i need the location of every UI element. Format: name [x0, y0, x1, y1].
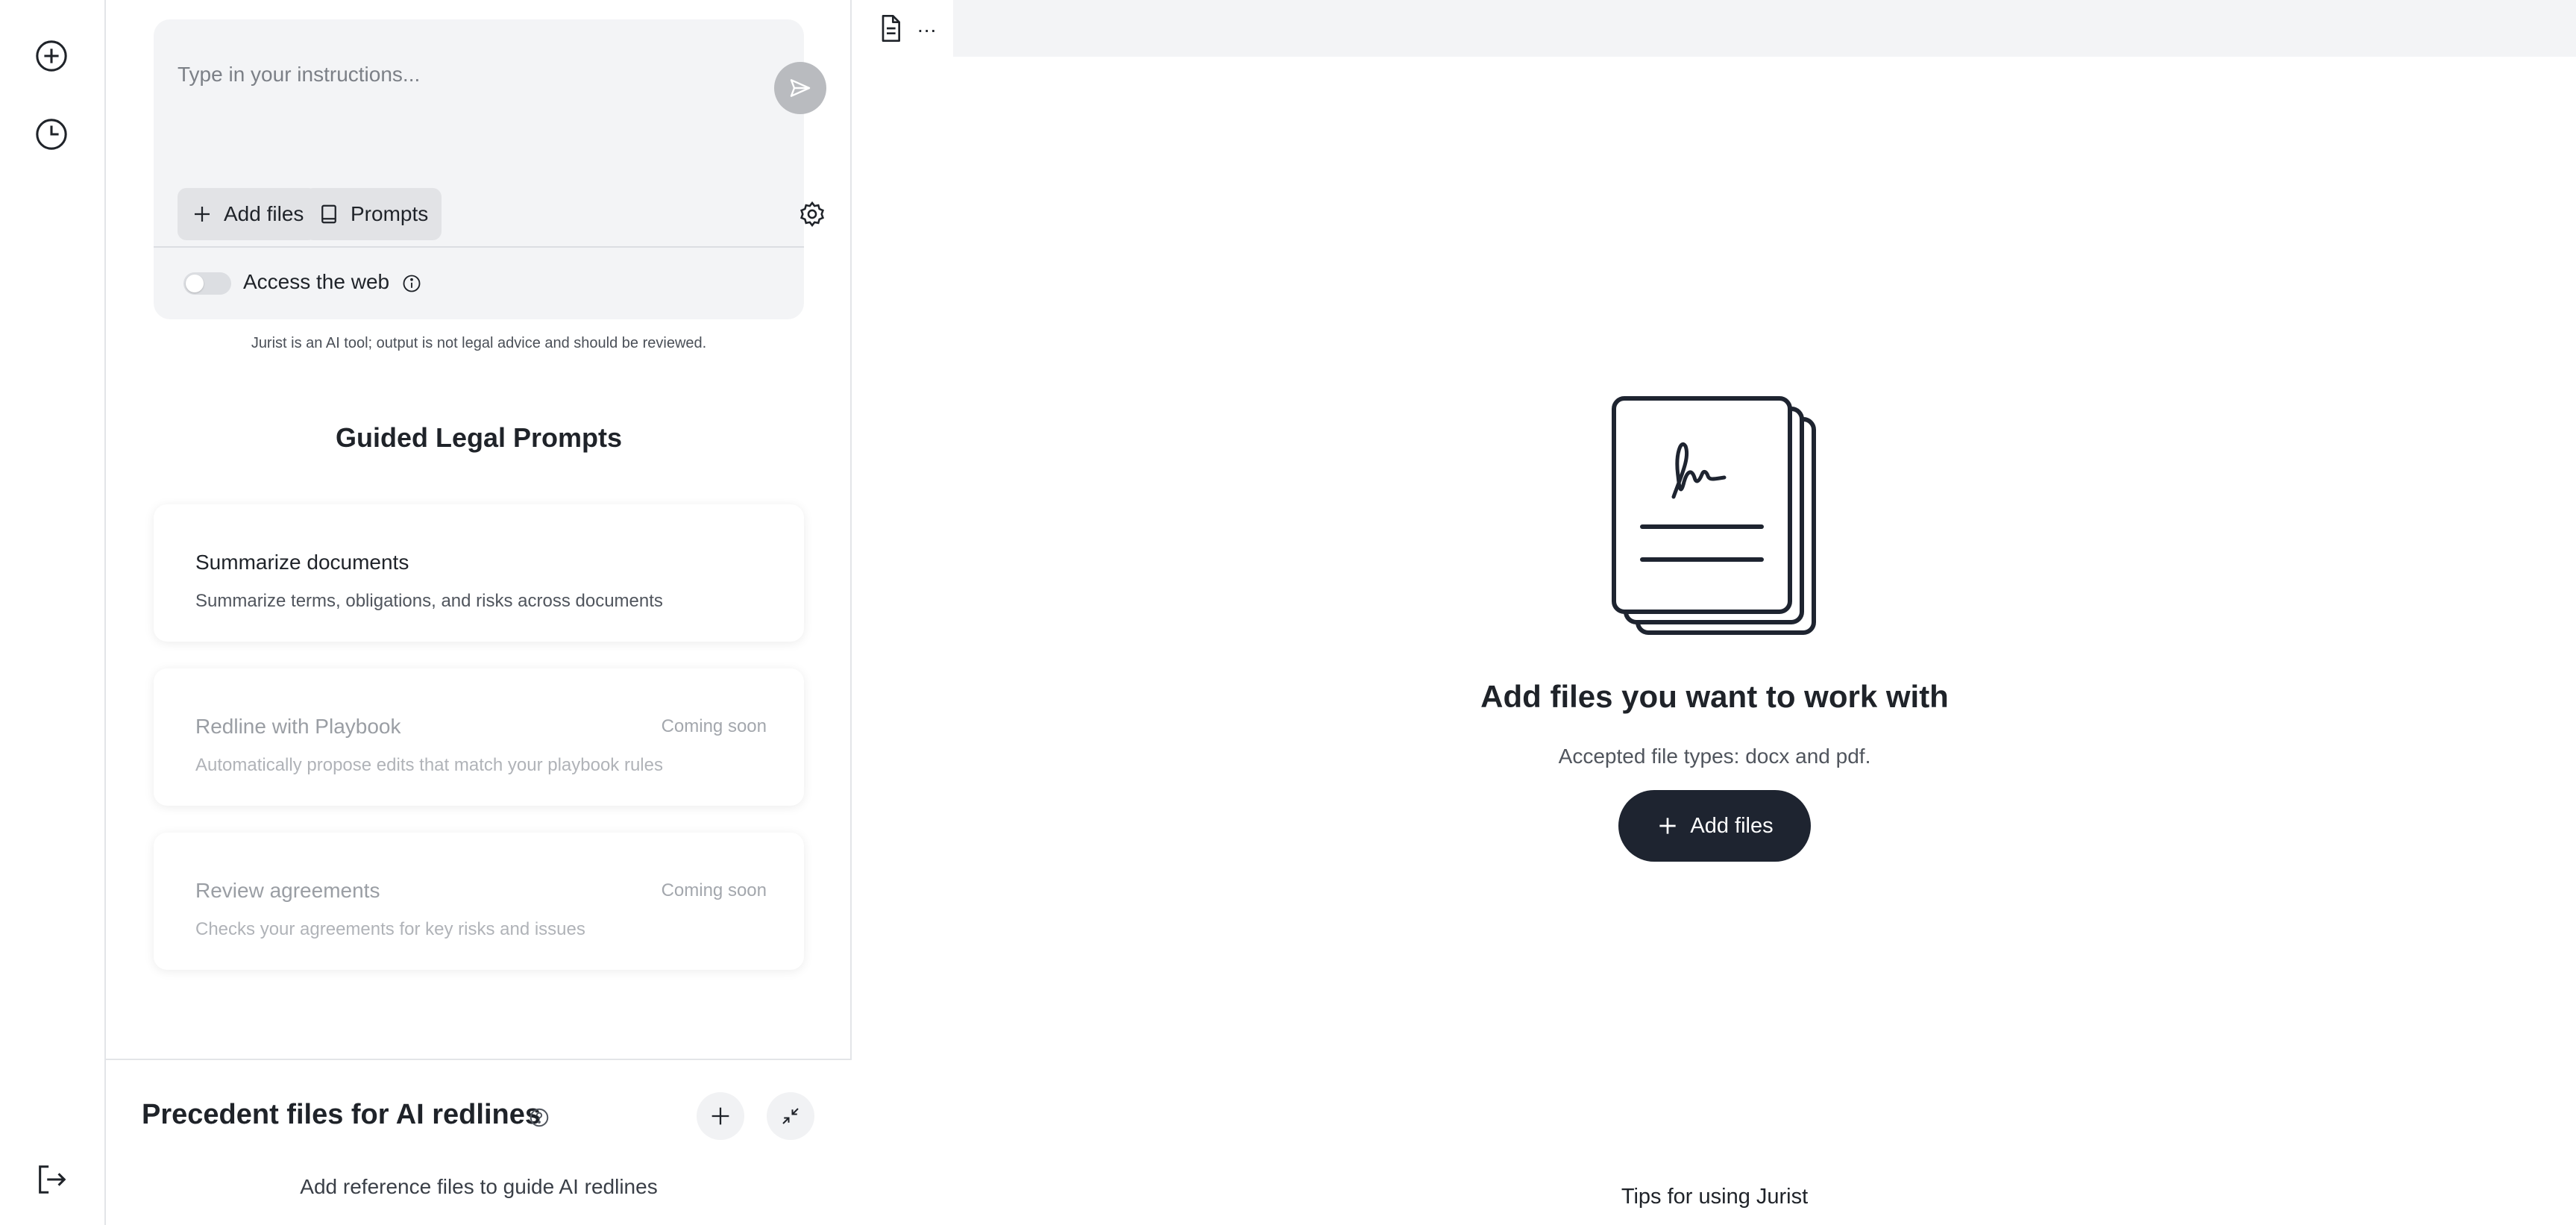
access-web-label: Access the web — [243, 270, 390, 293]
add-precedent-button[interactable] — [697, 1092, 744, 1140]
plus-icon — [711, 1107, 729, 1125]
plus-icon — [1659, 818, 1677, 834]
ai-disclaimer: Jurist is an AI tool; output is not lega… — [251, 335, 707, 351]
send-button[interactable] — [774, 62, 826, 114]
prompt-card-title: Redline with Playbook — [195, 715, 401, 738]
tips-link[interactable]: Tips for using Jurist — [853, 1185, 2576, 1209]
document-tab[interactable]: ... — [853, 0, 953, 57]
instructions-input[interactable]: Type in your instructions... — [178, 63, 420, 87]
plus-icon — [195, 207, 210, 222]
history-icon — [36, 119, 67, 150]
prompt-card-description: Checks your agreements for key risks and… — [195, 919, 585, 939]
add-files-chip[interactable]: Add files — [178, 188, 318, 240]
settings-button[interactable] — [794, 195, 831, 233]
empty-state-subtitle: Accepted file types: docx and pdf. — [1558, 745, 1871, 768]
prompt-card-summarize[interactable]: Summarize documents Summarize terms, obl… — [154, 504, 804, 642]
new-chat-button[interactable] — [30, 34, 73, 78]
document-tab-more[interactable]: ... — [917, 13, 937, 37]
icon-rail — [0, 0, 106, 1225]
signed-documents-illustration — [1612, 396, 1816, 635]
prompts-chip[interactable]: Prompts — [304, 188, 442, 240]
add-files-button[interactable]: Add files — [1618, 790, 1811, 862]
prompt-card-description: Automatically propose edits that match y… — [195, 755, 663, 775]
info-icon — [403, 275, 421, 292]
history-button[interactable] — [30, 113, 73, 156]
coming-soon-badge: Coming soon — [661, 716, 767, 736]
prompts-chip-label: Prompts — [351, 202, 429, 225]
prompt-card-title: Review agreements — [195, 879, 380, 902]
precedent-files-section: Precedent files for AI redlines Add refe… — [106, 1059, 852, 1225]
add-files-chip-label: Add files — [224, 202, 304, 225]
document-viewer: ... Add files you want to work with Acce… — [853, 0, 2576, 1225]
empty-state-title: Add files you want to work with — [1480, 679, 1949, 714]
access-web-toggle[interactable] — [183, 272, 231, 295]
precedent-files-subtitle: Add reference files to guide AI redlines — [300, 1175, 658, 1198]
new-chat-icon — [36, 40, 67, 72]
guided-prompts-title: Guided Legal Prompts — [335, 422, 623, 453]
prompt-card-title: Summarize documents — [195, 551, 409, 574]
precedent-files-title: Precedent files for AI redlines — [142, 1099, 541, 1130]
add-files-button-label: Add files — [1690, 813, 1774, 838]
composer-divider — [154, 246, 804, 248]
prompt-card-review: Review agreements Coming soon Checks you… — [154, 833, 804, 970]
send-icon — [790, 79, 811, 97]
prompt-card-redline: Redline with Playbook Coming soon Automa… — [154, 668, 804, 806]
logout-icon — [39, 1165, 66, 1194]
coming-soon-badge: Coming soon — [661, 880, 767, 900]
precedent-help-button[interactable] — [528, 1106, 550, 1132]
help-icon — [530, 1108, 549, 1127]
document-tab-strip: ... — [853, 0, 2576, 57]
book-icon — [321, 204, 336, 224]
document-icon — [882, 15, 900, 43]
logout-button[interactable] — [30, 1158, 73, 1201]
collapse-icon — [782, 1108, 799, 1124]
collapse-precedent-button[interactable] — [767, 1092, 814, 1140]
access-web-info-button[interactable] — [401, 273, 422, 298]
gear-icon — [800, 201, 824, 228]
prompt-card-description: Summarize terms, obligations, and risks … — [195, 591, 663, 611]
